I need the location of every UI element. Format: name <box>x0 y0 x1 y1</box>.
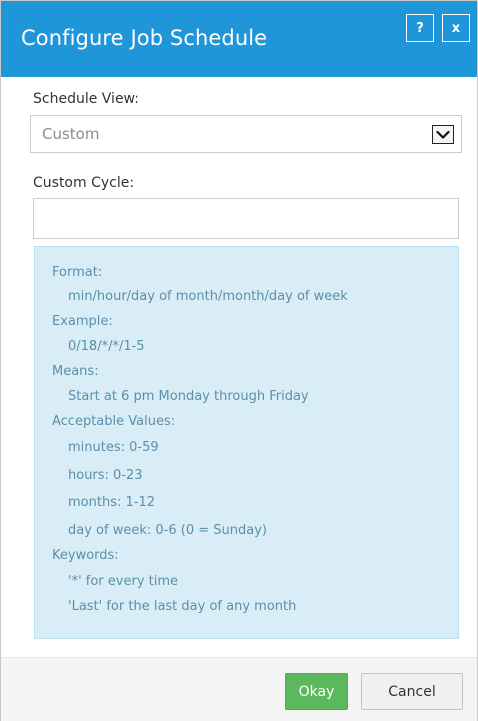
schedule-view-select[interactable]: Custom <box>30 115 462 153</box>
hours-range: hours: 0-23 <box>68 468 143 483</box>
dialog-title: Configure Job Schedule <box>21 26 268 50</box>
keyword-last: 'Last' for the last day of any month <box>68 599 297 614</box>
means-value: Start at 6 pm Monday through Friday <box>68 389 309 404</box>
acceptable-values-label: Acceptable Values: <box>52 414 176 429</box>
format-help-panel: Format: min/hour/day of month/month/day … <box>34 246 459 639</box>
keyword-star: '*' for every time <box>68 574 179 589</box>
help-button[interactable]: ? <box>406 14 434 42</box>
example-label: Example: <box>52 314 113 329</box>
keywords-label: Keywords: <box>52 548 119 563</box>
format-label: Format: <box>52 265 103 280</box>
custom-cycle-input[interactable] <box>33 198 459 239</box>
means-label: Means: <box>52 364 99 379</box>
schedule-view-label: Schedule View: <box>33 91 139 107</box>
months-range: months: 1-12 <box>68 495 155 510</box>
example-value: 0/18/*/*/1-5 <box>68 339 145 354</box>
okay-button[interactable]: Okay <box>285 673 348 710</box>
day-of-week-range: day of week: 0-6 (0 = Sunday) <box>68 523 267 538</box>
help-icon: ? <box>416 20 424 36</box>
close-button[interactable]: x <box>442 14 470 42</box>
close-icon: x <box>451 20 461 36</box>
chevron-down-icon[interactable] <box>432 125 454 144</box>
dialog-footer: Okay Cancel <box>1 657 477 721</box>
configure-job-schedule-dialog: Configure Job Schedule ? x Schedule View… <box>0 0 478 721</box>
minutes-range: minutes: 0-59 <box>68 440 159 455</box>
cancel-button[interactable]: Cancel <box>361 673 463 710</box>
format-value: min/hour/day of month/month/day of week <box>68 289 348 304</box>
dialog-titlebar: Configure Job Schedule ? x <box>1 1 477 77</box>
custom-cycle-label: Custom Cycle: <box>33 175 135 191</box>
schedule-view-selected-value: Custom <box>42 125 100 143</box>
